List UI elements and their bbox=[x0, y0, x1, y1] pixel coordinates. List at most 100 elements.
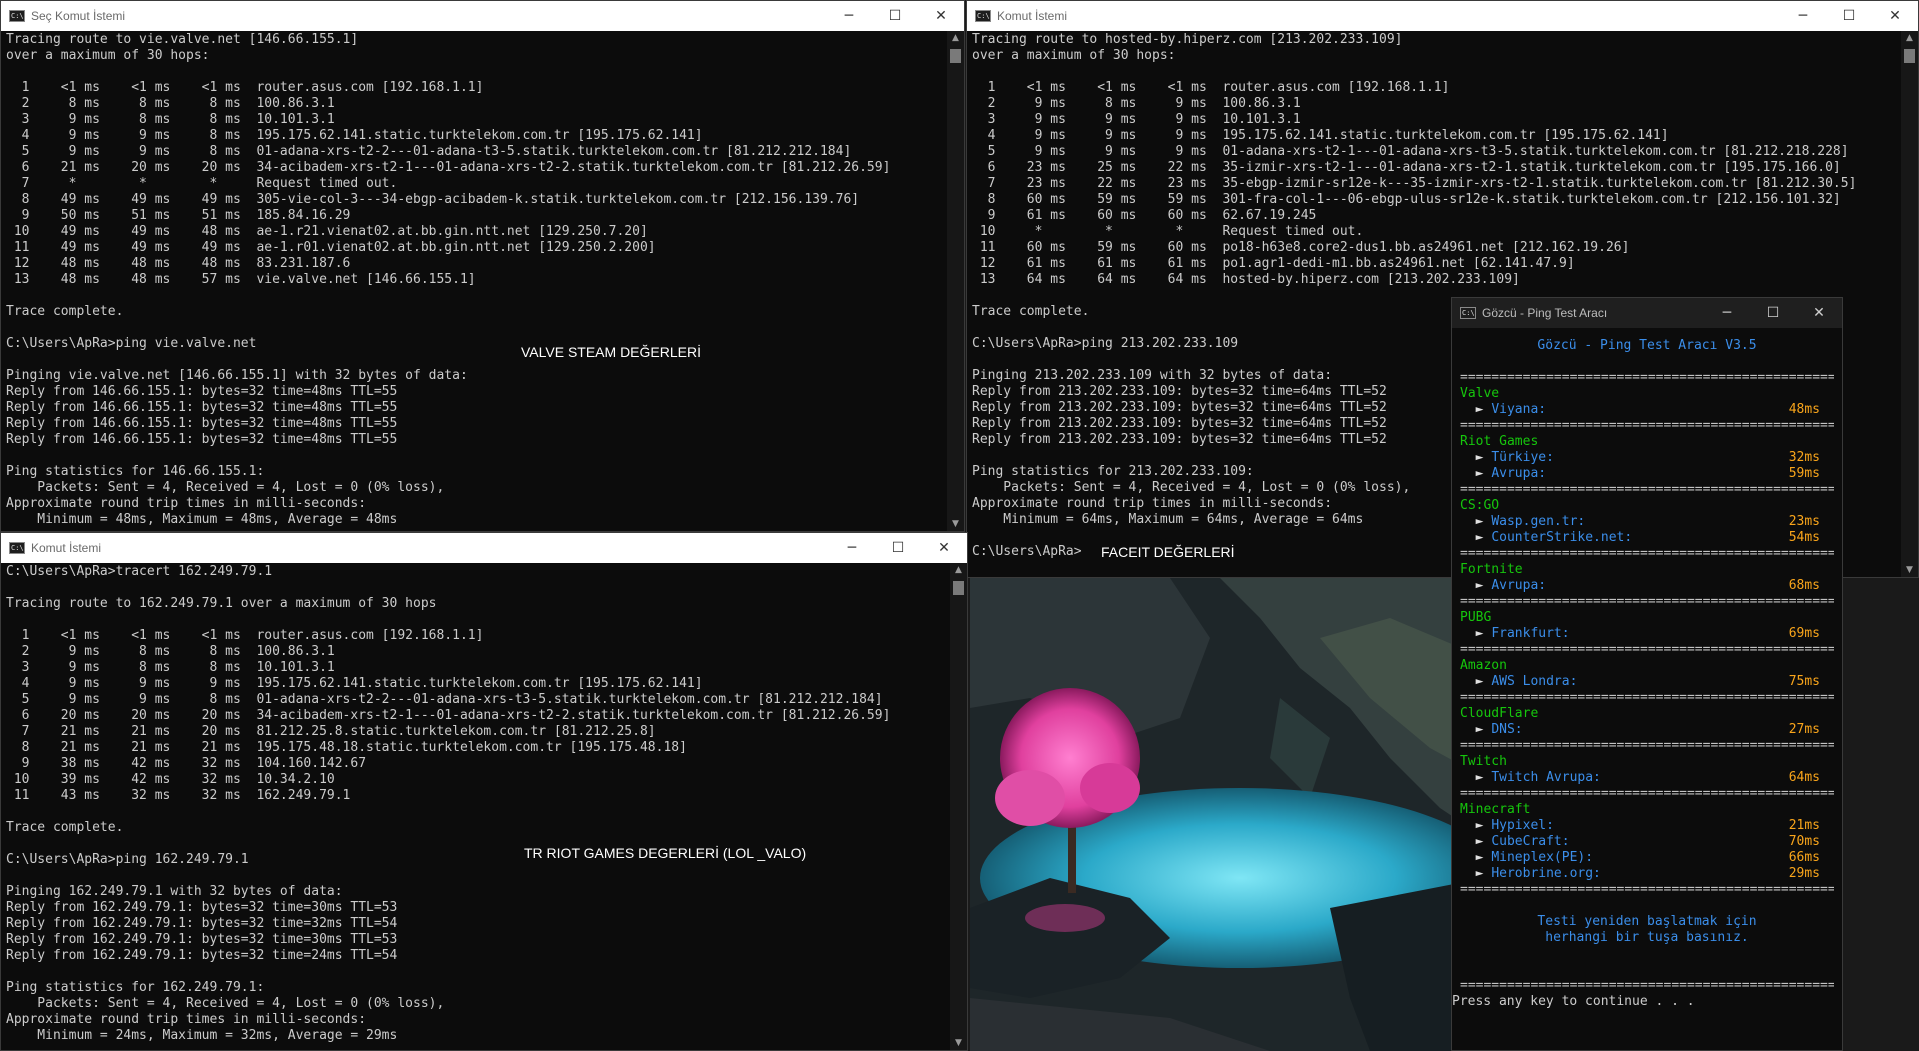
minimize-icon[interactable]: ─ bbox=[826, 1, 872, 31]
terminal-line: Trace complete. bbox=[6, 820, 124, 835]
close-icon[interactable]: ✕ bbox=[1796, 298, 1842, 328]
cmd-icon: C:\ bbox=[9, 542, 25, 554]
terminal-line: 1 <1 ms <1 ms <1 ms router.asus.com [192… bbox=[6, 80, 484, 95]
terminal-line: Reply from 146.66.155.1: bytes=32 time=4… bbox=[6, 432, 398, 447]
maximize-icon[interactable]: ☐ bbox=[872, 1, 918, 31]
terminal-line: 5 9 ms 9 ms 8 ms 01-adana-xrs-t2-2---01-… bbox=[6, 144, 852, 159]
scroll-thumb[interactable] bbox=[950, 49, 961, 63]
ping-result-row: ► Türkiye: 32ms bbox=[1460, 450, 1834, 466]
overlay-label: VALVE STEAM DEĞERLERİ bbox=[521, 344, 701, 360]
scroll-down-icon[interactable]: ▼ bbox=[947, 517, 964, 531]
gozcu-groups: ========================================… bbox=[1460, 370, 1834, 898]
maximize-icon[interactable]: ☐ bbox=[875, 533, 921, 563]
scrollbar[interactable]: ▲ ▼ bbox=[947, 31, 964, 531]
terminal-line: 11 49 ms 49 ms 49 ms ae-1.r01.vienat02.a… bbox=[6, 240, 656, 255]
titlebar[interactable]: C:\ Gözcü - Ping Test Aracı ─ ☐ ✕ bbox=[1452, 298, 1842, 328]
terminal-line: 2 8 ms 8 ms 8 ms 100.86.3.1 bbox=[6, 96, 335, 111]
ping-value: 66ms bbox=[1788, 850, 1820, 865]
arrow-icon: ► bbox=[1475, 450, 1484, 465]
cmd-icon: C:\ bbox=[1460, 307, 1476, 319]
arrow-icon: ► bbox=[1475, 514, 1484, 529]
scroll-thumb[interactable] bbox=[1904, 49, 1915, 63]
terminal-line: Pinging 162.249.79.1 with 32 bytes of da… bbox=[6, 884, 343, 899]
separator: ========================================… bbox=[1460, 370, 1834, 385]
terminal-output[interactable]: C:\Users\ApRa>tracert 162.249.79.1 Tracin… bbox=[1, 563, 949, 1050]
ping-result-row: ► Hypixel: 21ms bbox=[1460, 818, 1834, 834]
category-name: Minecraft bbox=[1460, 802, 1531, 817]
arrow-icon: ► bbox=[1475, 770, 1484, 785]
ping-value: 54ms bbox=[1788, 530, 1820, 545]
gozcu-output[interactable]: Gözcü - Ping Test Aracı V3.5 ===========… bbox=[1452, 328, 1842, 1050]
close-icon[interactable]: ✕ bbox=[918, 1, 964, 31]
overlay-label: TR RIOT GAMES DEGERLERİ (LOL _VALO) bbox=[524, 845, 807, 861]
wallpaper-image bbox=[970, 578, 1485, 1051]
ping-value: 48ms bbox=[1788, 402, 1820, 417]
terminal-line: 8 21 ms 21 ms 21 ms 195.175.48.18.static… bbox=[6, 740, 687, 755]
terminal-line: Reply from 162.249.79.1: bytes=32 time=3… bbox=[6, 916, 398, 931]
maximize-icon[interactable]: ☐ bbox=[1750, 298, 1796, 328]
terminal-output[interactable]: Tracing route to vie.valve.net [146.66.1… bbox=[1, 31, 946, 531]
server-label: CounterStrike.net: bbox=[1491, 530, 1633, 545]
scrollbar[interactable]: ▲ ▼ bbox=[950, 563, 967, 1050]
scroll-up-icon[interactable]: ▲ bbox=[947, 31, 964, 45]
terminal-line: 3 9 ms 8 ms 8 ms 10.101.3.1 bbox=[6, 112, 335, 127]
terminal-line: 10 39 ms 42 ms 32 ms 10.34.2.10 bbox=[6, 772, 335, 787]
close-icon[interactable]: ✕ bbox=[1872, 1, 1918, 31]
server-label: Avrupa: bbox=[1491, 466, 1547, 481]
terminal-line: 7 21 ms 21 ms 20 ms 81.212.25.8.static.t… bbox=[6, 724, 656, 739]
terminal-line: Tracing route to 162.249.79.1 over a max… bbox=[6, 596, 437, 611]
terminal-line: Ping statistics for 146.66.155.1: bbox=[6, 464, 265, 479]
gozcu-window[interactable]: C:\ Gözcü - Ping Test Aracı ─ ☐ ✕ Gözcü … bbox=[1451, 297, 1843, 1051]
ping-value: 23ms bbox=[1788, 514, 1820, 529]
window-title: Gözcü - Ping Test Aracı bbox=[1482, 306, 1608, 320]
scroll-up-icon[interactable]: ▲ bbox=[950, 563, 967, 577]
arrow-icon: ► bbox=[1475, 530, 1484, 545]
terminal-line: 7 23 ms 22 ms 23 ms 35-ebgp-izmir-sr12e-… bbox=[972, 176, 1857, 191]
terminal-line: Minimum = 24ms, Maximum = 32ms, Average … bbox=[6, 1028, 398, 1043]
scroll-down-icon[interactable]: ▼ bbox=[950, 1036, 967, 1050]
titlebar[interactable]: C:\ Komut İstemi ─ ☐ ✕ bbox=[967, 1, 1918, 31]
arrow-icon: ► bbox=[1475, 818, 1484, 833]
titlebar[interactable]: C:\ Seç Komut İstemi ─ ☐ ✕ bbox=[1, 1, 964, 31]
window-title: Komut İstemi bbox=[997, 9, 1068, 23]
ping-result-row: ► Twitch Avrupa: 64ms bbox=[1460, 770, 1834, 786]
ping-result-row: ► Wasp.gen.tr: 23ms bbox=[1460, 514, 1834, 530]
gozcu-header: Gözcü - Ping Test Aracı V3.5 bbox=[1537, 338, 1757, 353]
terminal-line: C:\Users\ApRa>ping vie.valve.net bbox=[6, 336, 257, 351]
minimize-icon[interactable]: ─ bbox=[829, 533, 875, 563]
overlay-label: FACEIT DEĞERLERİ bbox=[1101, 544, 1235, 560]
scroll-down-icon[interactable]: ▼ bbox=[1901, 563, 1918, 577]
minimize-icon[interactable]: ─ bbox=[1780, 1, 1826, 31]
ping-result-row: ► Herobrine.org: 29ms bbox=[1460, 866, 1834, 882]
server-label: Avrupa: bbox=[1491, 578, 1547, 593]
titlebar[interactable]: C:\ Komut İstemi ─ ☐ ✕ bbox=[1, 533, 967, 563]
category-name: Amazon bbox=[1460, 658, 1507, 673]
server-label: Hypixel: bbox=[1491, 818, 1554, 833]
ping-value: 32ms bbox=[1788, 450, 1820, 465]
server-label: AWS Londra: bbox=[1491, 674, 1578, 689]
arrow-icon: ► bbox=[1475, 626, 1484, 641]
minimize-icon[interactable]: ─ bbox=[1704, 298, 1750, 328]
desktop-wallpaper bbox=[970, 578, 1485, 1051]
cmd-window-riot[interactable]: C:\ Komut İstemi ─ ☐ ✕ C:\Users\ApRa>tra… bbox=[0, 532, 968, 1051]
cmd-window-valve[interactable]: C:\ Seç Komut İstemi ─ ☐ ✕ Tracing route… bbox=[0, 0, 965, 532]
ping-value: 29ms bbox=[1788, 866, 1820, 881]
terminal-line: 11 60 ms 59 ms 60 ms po18-h63e8.core2-du… bbox=[972, 240, 1630, 255]
ping-result-row: ► Mineplex(PE): 66ms bbox=[1460, 850, 1834, 866]
close-icon[interactable]: ✕ bbox=[921, 533, 967, 563]
terminal-line: Reply from 146.66.155.1: bytes=32 time=4… bbox=[6, 416, 398, 431]
maximize-icon[interactable]: ☐ bbox=[1826, 1, 1872, 31]
scroll-thumb[interactable] bbox=[953, 581, 964, 595]
terminal-line: Tracing route to vie.valve.net [146.66.1… bbox=[6, 32, 359, 47]
terminal-line: Reply from 146.66.155.1: bytes=32 time=4… bbox=[6, 400, 398, 415]
ping-result-row: ► Frankfurt: 69ms bbox=[1460, 626, 1834, 642]
terminal-line: 6 20 ms 20 ms 20 ms 34-acibadem-xrs-t2-1… bbox=[6, 708, 891, 723]
scroll-up-icon[interactable]: ▲ bbox=[1901, 31, 1918, 45]
scrollbar[interactable]: ▲ ▼ bbox=[1901, 31, 1918, 577]
